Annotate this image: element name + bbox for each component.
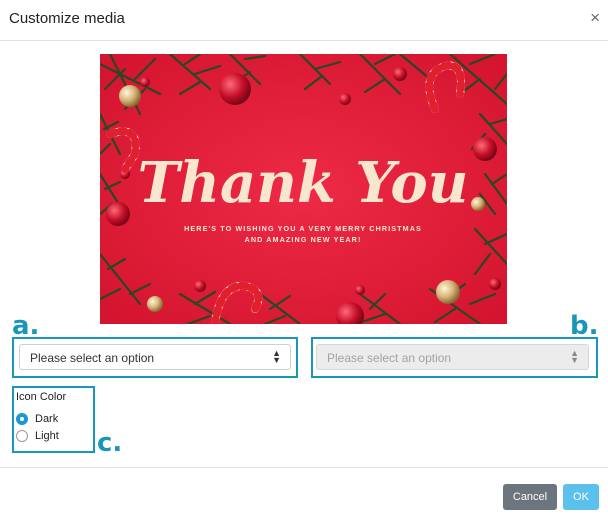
dialog-title: Customize media [9,10,125,27]
card-subline-1: HERE'S TO WISHING YOU A VERY MERRY CHRIS… [184,224,422,233]
radio-label-light: Light [35,430,59,442]
ok-button[interactable]: OK [563,484,599,510]
icon-color-label: Icon Color [16,391,67,403]
radio-option-light[interactable]: Light [16,430,59,442]
radio-label-dark: Dark [35,413,59,425]
cancel-button[interactable]: Cancel [503,484,557,510]
select-arrows-icon: ▲ ▼ [272,348,281,365]
dialog-header: Customize media × [0,0,608,41]
callout-label-a: a. [12,311,40,341]
media-option-select[interactable]: Please select an option ▲ ▼ [19,344,291,370]
secondary-option-select-placeholder: Please select an option [327,351,452,365]
callout-label-c: c. [97,428,123,458]
media-preview: Thank You HERE'S TO WISHING YOU A VERY M… [100,54,507,324]
card-headline: Thank You [138,150,469,216]
callout-label-b: b. [570,311,599,341]
secondary-option-select: Please select an option ▲ ▼ [316,344,589,370]
radio-checked-icon[interactable] [16,413,28,425]
close-icon[interactable]: × [590,9,600,27]
thank-you-card-image: Thank You HERE'S TO WISHING YOU A VERY M… [100,54,507,324]
radio-option-dark[interactable]: Dark [16,413,58,425]
media-option-select-placeholder: Please select an option [30,351,155,365]
radio-unchecked-icon[interactable] [16,430,28,442]
card-subline-2: AND AMAZING NEW YEAR! [245,235,362,244]
select-arrows-icon: ▲ ▼ [570,348,579,365]
